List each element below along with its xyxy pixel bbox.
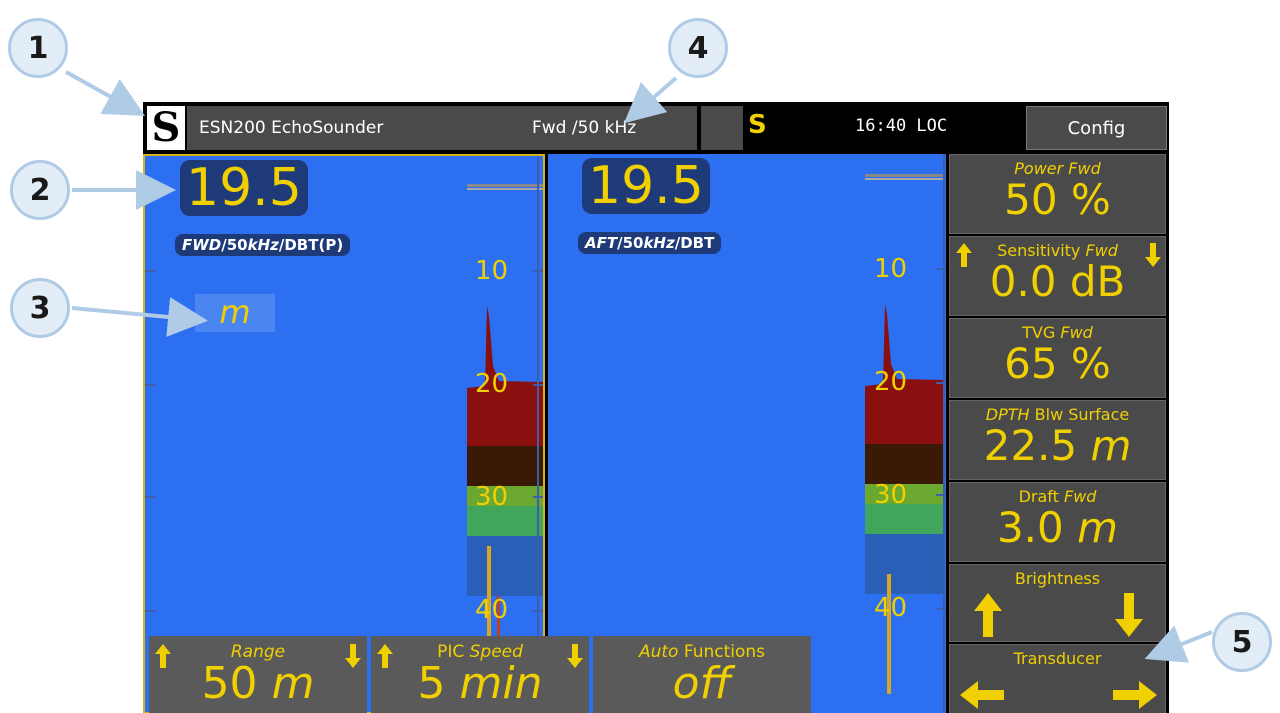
auto-functions-button[interactable]: Auto Functions off (593, 636, 811, 713)
callout-1: 1 (8, 18, 68, 78)
side-panel: Power Fwd 50 % Sensitivity Fwd 0.0 dB TV… (949, 154, 1169, 713)
scale-label: 40 (475, 595, 509, 625)
depth-unit-indicator[interactable]: m (195, 294, 275, 332)
callout-5: 5 (1212, 612, 1272, 672)
scale-label: 10 (874, 254, 908, 284)
sensitivity-value: 0.0 dB (989, 257, 1126, 306)
scale-label: 30 (874, 480, 908, 510)
title-bar: ESN200 EchoSounder Fwd /50 kHz (187, 106, 697, 150)
draft-button[interactable]: Draft Fwd 3.0 m (949, 482, 1166, 562)
power-fwd-button[interactable]: Power Fwd 50 % (949, 154, 1166, 234)
echogram-trace-fwd (467, 156, 543, 712)
draft-value: 3.0 m (996, 503, 1119, 552)
scale-tick (533, 384, 543, 386)
scale-tick (145, 610, 155, 612)
depth-below-surface-value: 22.5 m (983, 421, 1132, 470)
range-value: 50 m (201, 658, 315, 709)
scale-tick (533, 496, 543, 498)
echogram-trace-aft (865, 154, 943, 713)
transducer-right-icon[interactable] (1113, 681, 1157, 709)
scale-tick (936, 382, 946, 384)
depth-source-label-aft: AFT/50kHz/DBT (578, 232, 722, 254)
callout-2: 2 (10, 160, 70, 220)
scale-label: 20 (874, 367, 908, 397)
callout-4: 4 (668, 18, 728, 78)
depth-scale-line (943, 154, 945, 713)
brightness-down-icon[interactable] (1115, 593, 1143, 637)
scale-tick (533, 270, 543, 272)
scale-tick (145, 384, 155, 386)
brightness-control[interactable]: Brightness (949, 564, 1166, 642)
app-title: ESN200 EchoSounder (199, 118, 384, 138)
pic-speed-control[interactable]: PIC Speed 5 min (371, 636, 589, 713)
scale-label: 20 (475, 369, 509, 399)
auto-functions-value: off (672, 658, 732, 709)
depth-source-label-fwd: FWD/50kHz/DBT(P) (175, 234, 351, 256)
depth-below-surface-button[interactable]: DPTH Blw Surface 22.5 m (949, 400, 1166, 480)
status-letter: S (748, 110, 767, 140)
scale-tick (936, 268, 946, 270)
sensitivity-control[interactable]: Sensitivity Fwd 0.0 dB (949, 236, 1166, 316)
depth-readout-fwd: 19.5 (180, 160, 308, 216)
echosounder-screen: S ESN200 EchoSounder Fwd /50 kHz S 16:40… (143, 102, 1169, 713)
callout-3: 3 (10, 278, 70, 338)
transducer-control[interactable]: Transducer (949, 644, 1166, 713)
tvg-button[interactable]: TVG Fwd 65 % (949, 318, 1166, 398)
channel-indicator[interactable]: Fwd /50 kHz (532, 118, 636, 138)
scale-label: 40 (874, 593, 908, 623)
tvg-value: 65 % (1004, 339, 1111, 388)
echogram-aft-panel[interactable]: 19.5 AFT/50kHz/DBT 10 20 30 40 (548, 154, 946, 713)
blank-indicator (701, 106, 743, 150)
logo-icon: S (147, 106, 185, 150)
clock: 16:40 LOC (855, 116, 948, 136)
scale-tick (936, 608, 946, 610)
scale-label: 10 (475, 256, 509, 286)
scale-label: 30 (475, 482, 509, 512)
depth-readout-aft: 19.5 (582, 158, 710, 214)
scale-tick (145, 496, 155, 498)
scale-tick (145, 270, 155, 272)
depth-scale-line (537, 156, 539, 712)
power-value: 50 % (1004, 175, 1111, 224)
echogram-fwd-panel[interactable]: 19.5 FWD/50kHz/DBT(P) m 10 20 30 40 (143, 154, 545, 713)
transducer-label: Transducer (1013, 649, 1102, 668)
config-button[interactable]: Config (1026, 106, 1167, 150)
scale-tick (936, 494, 946, 496)
range-control[interactable]: Range 50 m (149, 636, 367, 713)
callout-arrow-1 (65, 70, 145, 116)
transducer-left-icon[interactable] (960, 681, 1004, 709)
brightness-label: Brightness (1014, 569, 1101, 588)
pic-speed-value: 5 min (417, 658, 543, 709)
scale-tick (533, 610, 543, 612)
brightness-up-icon[interactable] (974, 593, 1002, 637)
top-bar: S ESN200 EchoSounder Fwd /50 kHz S 16:40… (143, 102, 1169, 154)
